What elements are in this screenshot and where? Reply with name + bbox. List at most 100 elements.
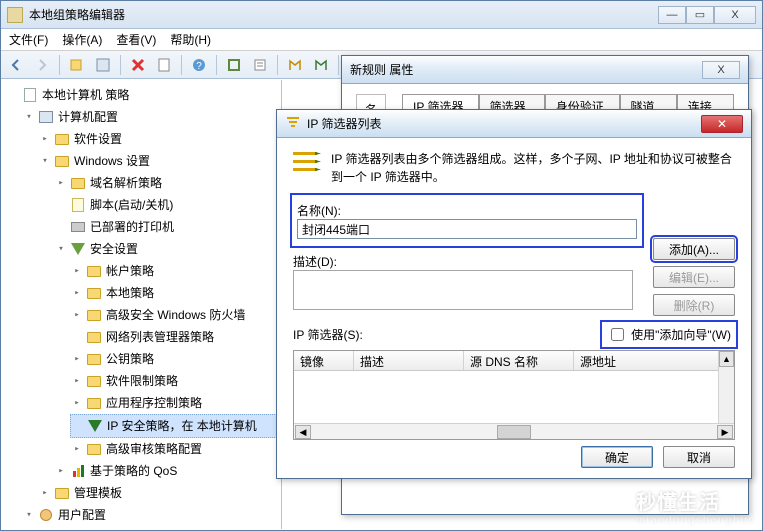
tree-scripts[interactable]: 脚本(启动/关机) xyxy=(54,194,281,216)
tree-label: 脚本(启动/关机) xyxy=(90,195,173,215)
col-desc[interactable]: 描述 xyxy=(354,351,464,370)
cancel-button[interactable]: 取消 xyxy=(663,446,735,468)
col-src-addr[interactable]: 源地址 xyxy=(574,351,734,370)
folder-icon xyxy=(86,441,102,457)
info-text: IP 筛选器列表由多个筛选器组成。这样，多个子网、IP 地址和协议可被整合到一个… xyxy=(331,150,735,186)
dialog-title: IP 筛选器列表 xyxy=(307,115,381,132)
svg-text:?: ? xyxy=(196,61,202,72)
filters-label: IP 筛选器(S): xyxy=(293,326,363,343)
tree-pubkey-policy[interactable]: ▸公钥策略 xyxy=(70,348,281,370)
folder-icon xyxy=(86,329,102,345)
help-icon[interactable]: ? xyxy=(188,54,210,76)
tree-label: 帐户策略 xyxy=(106,261,154,281)
folder-icon xyxy=(70,175,86,191)
tree-label: 本地策略 xyxy=(106,283,154,303)
menu-file[interactable]: 文件(F) xyxy=(9,31,48,48)
tree-software-settings[interactable]: ▸软件设置 xyxy=(38,128,281,150)
document-icon xyxy=(22,87,38,103)
folder-icon xyxy=(54,485,70,501)
tree-label: 本地计算机 策略 xyxy=(42,85,129,105)
menu-action[interactable]: 操作(A) xyxy=(62,31,102,48)
filter-list-icon xyxy=(293,150,321,176)
scroll-right-icon[interactable]: ▶ xyxy=(717,425,733,439)
tree-label: 软件设置 xyxy=(74,129,122,149)
maximize-button[interactable]: ▭ xyxy=(686,6,714,24)
tool-icon-4[interactable] xyxy=(310,54,332,76)
name-input[interactable] xyxy=(297,219,637,239)
tree-label: 已部署的打印机 xyxy=(90,217,174,237)
watermark-text: 秒懂生活 xyxy=(636,492,720,514)
forward-icon[interactable] xyxy=(31,54,53,76)
delete-icon[interactable] xyxy=(127,54,149,76)
scroll-thumb[interactable] xyxy=(497,425,531,439)
col-src-dns[interactable]: 源 DNS 名称 xyxy=(464,351,574,370)
add-button[interactable]: 添加(A)... xyxy=(653,238,735,260)
menubar: 文件(F) 操作(A) 查看(V) 帮助(H) xyxy=(1,29,762,51)
add-icon[interactable] xyxy=(66,54,88,76)
tool-icon-2[interactable] xyxy=(249,54,271,76)
shield-icon xyxy=(70,241,86,257)
tree-app-ctrl[interactable]: ▸应用程序控制策略 xyxy=(70,392,281,414)
horizontal-scrollbar[interactable]: ◀ ▶ xyxy=(294,423,734,439)
tool-icon-1[interactable] xyxy=(223,54,245,76)
ok-button[interactable]: 确定 xyxy=(581,446,653,468)
col-mirror[interactable]: 镜像 xyxy=(294,351,354,370)
name-label: 名称(N): xyxy=(297,202,637,219)
dialog-close-button[interactable]: ✕ xyxy=(701,115,743,133)
scroll-left-icon[interactable]: ◀ xyxy=(295,425,311,439)
tree-computer-config[interactable]: ▾ 计算机配置 xyxy=(22,106,281,128)
tree-deployed-printers[interactable]: 已部署的打印机 xyxy=(54,216,281,238)
tree-sw-restrict[interactable]: ▸软件限制策略 xyxy=(70,370,281,392)
tree-qos[interactable]: ▸基于策略的 QoS xyxy=(54,460,281,482)
titlebar: 本地组策略编辑器 — ▭ X xyxy=(1,1,762,29)
tree-ip-sec[interactable]: IP 安全策略，在 本地计算机 xyxy=(70,414,281,438)
tree-label: 高级安全 Windows 防火墙 xyxy=(106,305,245,325)
folder-icon xyxy=(54,131,70,147)
back-icon[interactable] xyxy=(5,54,27,76)
tool-icon-3[interactable] xyxy=(284,54,306,76)
dialog-titlebar: 新规则 属性 X xyxy=(342,56,748,84)
watermark: 秒懂生活 miaodongshenghuo xyxy=(636,486,756,526)
remove-button[interactable]: 删除(R) xyxy=(653,294,735,316)
folder-icon xyxy=(86,373,102,389)
tree-label: 用户配置 xyxy=(58,505,106,525)
dialog-title: 新规则 属性 xyxy=(350,61,413,78)
export-icon[interactable] xyxy=(153,54,175,76)
minimize-button[interactable]: — xyxy=(658,6,686,24)
tree-root[interactable]: 本地计算机 策略 xyxy=(6,84,281,106)
tree-admin-templates[interactable]: ▸管理模板 xyxy=(38,482,281,504)
tree-adv-audit[interactable]: ▸高级审核策略配置 xyxy=(70,438,281,460)
tree-security-settings[interactable]: ▾安全设置 xyxy=(54,238,281,260)
window-title: 本地组策略编辑器 xyxy=(29,6,125,23)
tree-adv-firewall[interactable]: ▸高级安全 Windows 防火墙 xyxy=(70,304,281,326)
folder-icon xyxy=(86,307,102,323)
policy-tree[interactable]: 本地计算机 策略 ▾ 计算机配置 ▸软件设置 xyxy=(2,84,281,529)
tree-label: 管理模板 xyxy=(74,483,122,503)
tree-label: Windows 设置 xyxy=(74,151,150,171)
tree-dns-policy[interactable]: ▸域名解析策略 xyxy=(54,172,281,194)
dialog-titlebar: IP 筛选器列表 ✕ xyxy=(277,110,751,138)
tree-user-sw-settings[interactable]: ▸软件设置 xyxy=(38,526,281,529)
script-icon xyxy=(70,197,86,213)
filter-listview[interactable]: 镜像 描述 源 DNS 名称 源地址 ▲ ◀ ▶ xyxy=(293,350,735,440)
desc-input[interactable] xyxy=(293,270,633,310)
close-button[interactable]: X xyxy=(714,6,756,24)
menu-help[interactable]: 帮助(H) xyxy=(170,31,211,48)
properties-icon[interactable] xyxy=(92,54,114,76)
tree-netlist-mgr[interactable]: 网络列表管理器策略 xyxy=(70,326,281,348)
folder-icon xyxy=(86,351,102,367)
ip-filter-list-dialog: IP 筛选器列表 ✕ IP 筛选器列表由多个筛选器组成。这样，多个子网、IP 地… xyxy=(276,109,752,479)
tree-windows-settings[interactable]: ▾Windows 设置 xyxy=(38,150,281,172)
tree-label: 安全设置 xyxy=(90,239,138,259)
menu-view[interactable]: 查看(V) xyxy=(116,31,156,48)
wizard-check[interactable] xyxy=(611,328,624,341)
scroll-up-icon[interactable]: ▲ xyxy=(719,351,734,367)
edit-button[interactable]: 编辑(E)... xyxy=(653,266,735,288)
tree-user-config[interactable]: ▾用户配置 xyxy=(22,504,281,526)
tree-local-policy[interactable]: ▸本地策略 xyxy=(70,282,281,304)
dialog-close-button[interactable]: X xyxy=(702,61,740,79)
listview-header: 镜像 描述 源 DNS 名称 源地址 xyxy=(294,351,734,371)
watermark-subtext: miaodongshenghuo xyxy=(636,515,756,526)
tree-account-policy[interactable]: ▸帐户策略 xyxy=(70,260,281,282)
use-wizard-checkbox[interactable]: 使用"添加向导"(W) xyxy=(603,323,735,346)
